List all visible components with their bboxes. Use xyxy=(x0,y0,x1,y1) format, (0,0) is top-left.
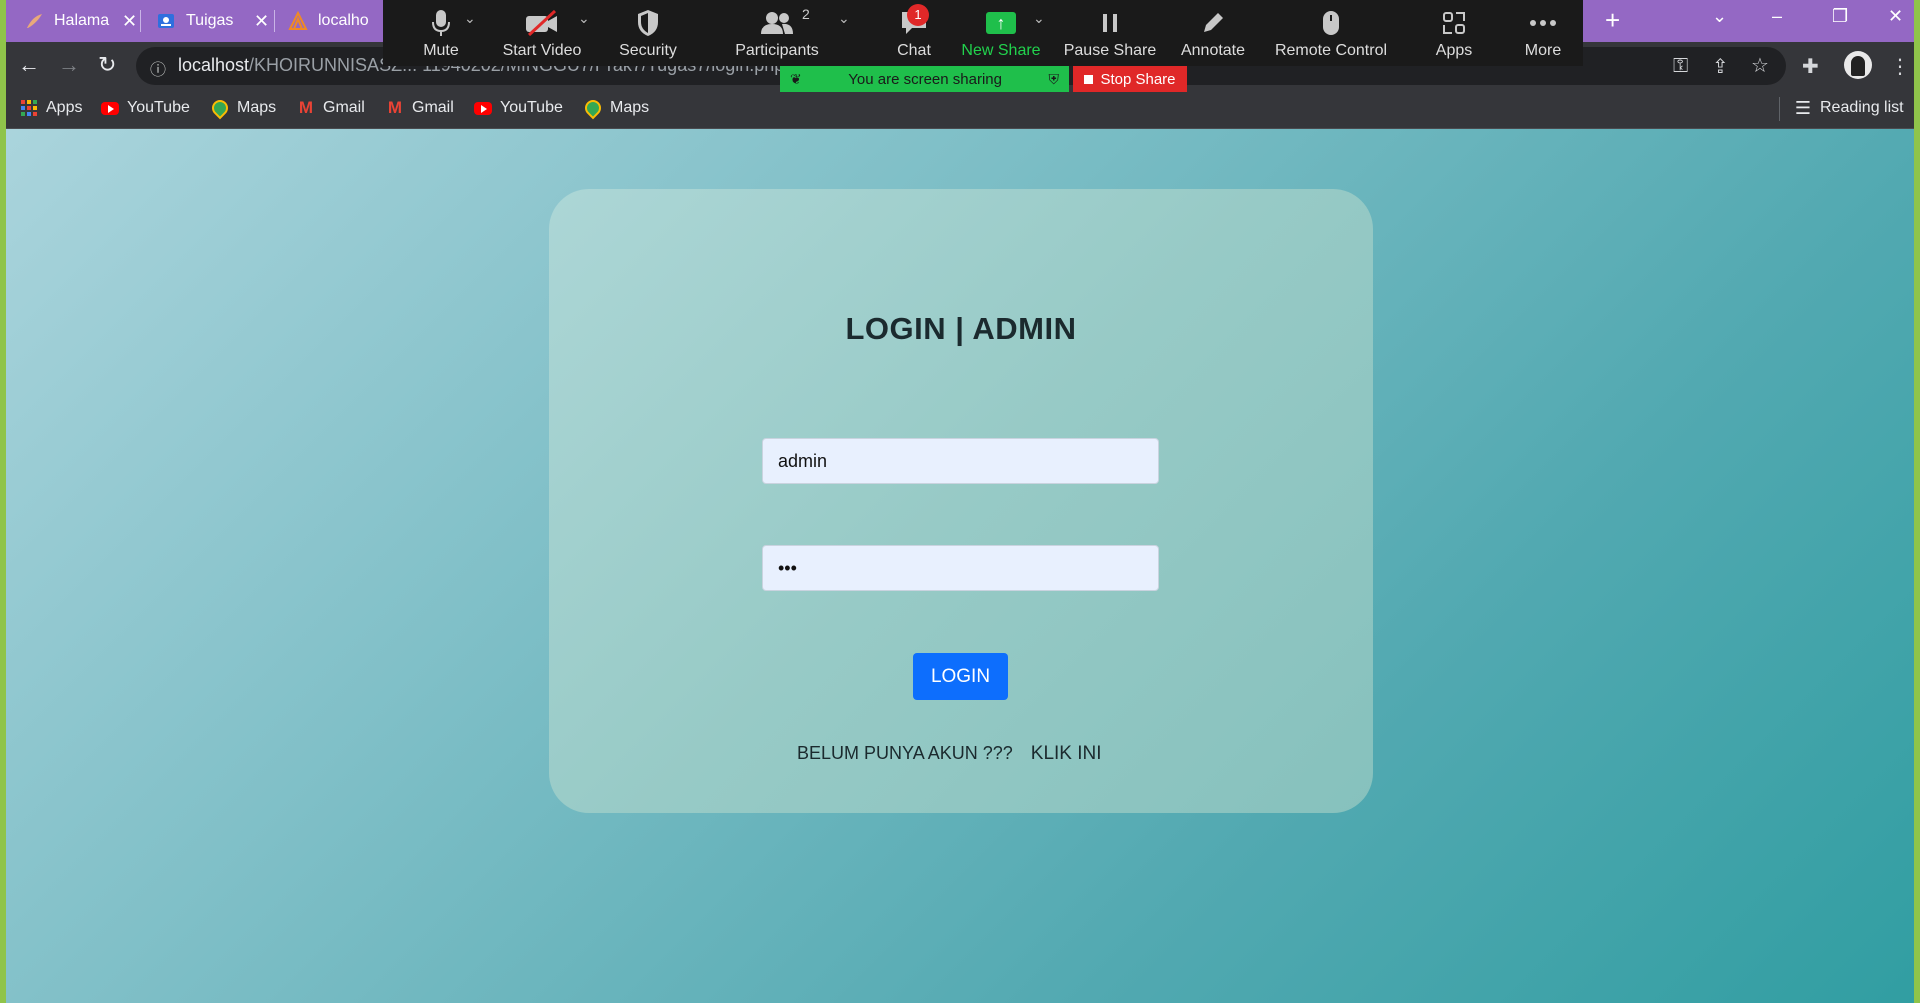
xampp-icon xyxy=(288,11,308,31)
bookmark-label: YouTube xyxy=(127,99,190,116)
annotate-button[interactable]: Annotate xyxy=(1158,4,1268,60)
browser-tab-3[interactable]: localho xyxy=(270,4,376,38)
tab-title: localho xyxy=(318,12,369,29)
feather-icon xyxy=(24,11,44,31)
bookmark-label: YouTube xyxy=(500,99,563,116)
screen-sharing-indicator[interactable]: ❦ You are screen sharing ⛨ xyxy=(780,66,1069,92)
bookmarks-divider xyxy=(1779,97,1780,121)
signup-row: BELUM PUNYA AKUN ??? KLIK INI xyxy=(797,743,1102,765)
shield-check-icon: ⛨ xyxy=(1048,70,1060,87)
tab-search-icon[interactable]: ⌄ xyxy=(1712,6,1727,27)
reading-list-label: Reading list xyxy=(1820,99,1904,116)
youtube-icon xyxy=(101,99,119,117)
bookmark-label: Gmail xyxy=(323,99,365,116)
more-button[interactable]: More xyxy=(1488,4,1598,60)
tab-title: Halama xyxy=(54,12,110,29)
minimize-icon[interactable]: – xyxy=(1772,6,1782,27)
bookmark-label: Maps xyxy=(610,99,650,116)
microphone-icon xyxy=(386,4,496,42)
bookmark-label: Apps xyxy=(46,99,83,116)
bookmark-youtube[interactable]: YouTube xyxy=(101,99,190,117)
chevron-down-icon[interactable]: ⌄ xyxy=(838,10,850,27)
reading-list-icon: ☰ xyxy=(1794,97,1812,118)
chevron-down-icon[interactable]: ⌄ xyxy=(464,10,476,27)
bookmark-maps[interactable]: Maps xyxy=(581,96,650,120)
button-label: New Share xyxy=(961,42,1041,59)
remote-control-button[interactable]: Remote Control xyxy=(1269,4,1393,60)
extensions-icon[interactable]: ✚ xyxy=(1802,54,1819,79)
gmail-icon: M xyxy=(387,98,403,117)
bookmark-label: Maps xyxy=(237,99,277,116)
url-host: localhost xyxy=(178,55,250,75)
signup-link[interactable]: KLIK INI xyxy=(1031,743,1102,764)
mouse-icon xyxy=(1269,4,1393,42)
tab-title: Tuigas xyxy=(186,12,234,29)
bookmark-maps[interactable]: Maps xyxy=(208,96,277,120)
bookmark-gmail[interactable]: M Gmail xyxy=(297,98,365,117)
browser-tab-1[interactable]: Halama ✕ xyxy=(6,4,137,38)
pencil-icon xyxy=(1158,4,1268,42)
login-card: LOGIN | ADMIN LOGIN BELUM PUNYA AKUN ???… xyxy=(549,189,1373,813)
pause-share-button[interactable]: Pause Share xyxy=(1055,4,1165,60)
browser-tab-2[interactable]: Tuigas ✕ xyxy=(138,4,269,38)
sharing-label: You are screen sharing xyxy=(848,70,1002,88)
participants-button[interactable]: Participants xyxy=(722,4,832,60)
shield-icon xyxy=(593,4,703,42)
page-title: LOGIN | ADMIN xyxy=(845,311,1077,346)
maps-icon xyxy=(581,96,605,120)
bookmark-label: Gmail xyxy=(412,99,454,116)
participants-icon xyxy=(722,4,832,42)
button-label: Security xyxy=(619,42,677,59)
reading-list-button[interactable]: ☰ Reading list xyxy=(1794,97,1904,118)
signup-prompt: BELUM PUNYA AKUN ??? xyxy=(797,743,1013,763)
stop-share-label: Stop Share xyxy=(1100,70,1176,88)
page-content: LOGIN | ADMIN LOGIN BELUM PUNYA AKUN ???… xyxy=(6,129,1914,1003)
button-label: Annotate xyxy=(1180,42,1246,59)
menu-icon[interactable]: ⋮ xyxy=(1890,54,1910,79)
zoom-meeting-controls: Mute ⌄ Start Video ⌄ Security Participan… xyxy=(383,0,1583,66)
stop-share-button[interactable]: Stop Share xyxy=(1073,66,1187,92)
security-button[interactable]: Security xyxy=(593,4,703,60)
button-label: Start Video xyxy=(502,42,582,59)
button-label: Mute xyxy=(423,42,459,59)
avatar[interactable] xyxy=(1844,51,1872,79)
share-icon[interactable]: ⇪ xyxy=(1712,54,1729,79)
stop-icon xyxy=(1084,74,1094,84)
mute-button[interactable]: Mute xyxy=(386,4,496,60)
chat-unread-badge: 1 xyxy=(907,4,929,26)
close-icon[interactable]: ✕ xyxy=(122,11,137,32)
restore-icon[interactable]: ❐ xyxy=(1832,6,1848,27)
forward-icon[interactable]: → xyxy=(58,52,80,78)
chevron-down-icon[interactable]: ⌄ xyxy=(1033,10,1045,27)
username-field[interactable] xyxy=(762,438,1159,484)
chevron-down-icon[interactable]: ⌄ xyxy=(578,10,590,27)
info-icon[interactable]: ⓘ xyxy=(150,56,166,80)
new-tab-button[interactable]: + xyxy=(1605,6,1620,34)
button-label: Pause Share xyxy=(1063,42,1157,59)
classroom-icon xyxy=(156,11,176,31)
more-icon xyxy=(1488,4,1598,42)
bookmark-youtube[interactable]: YouTube xyxy=(474,99,563,117)
pause-icon xyxy=(1055,4,1165,42)
apps-grid-icon xyxy=(20,99,38,117)
close-icon[interactable]: ✕ xyxy=(254,11,269,32)
login-button[interactable]: LOGIN xyxy=(913,653,1008,700)
gmail-icon: M xyxy=(298,98,314,117)
button-label: Remote Control xyxy=(1274,42,1388,59)
star-icon[interactable]: ☆ xyxy=(1751,53,1769,78)
participants-count: 2 xyxy=(802,6,810,22)
youtube-icon xyxy=(474,99,492,117)
close-window-icon[interactable]: ✕ xyxy=(1888,6,1903,27)
bookmarks-bar: Apps YouTube Maps M Gmail M Gmail YouTub… xyxy=(6,90,1914,129)
leaf-icon: ❦ xyxy=(790,70,802,87)
key-icon[interactable]: ⚿ xyxy=(1673,55,1688,78)
password-field[interactable] xyxy=(762,545,1159,591)
button-label: More xyxy=(1524,42,1562,59)
reload-icon[interactable]: ↻ xyxy=(98,52,116,78)
bookmark-gmail[interactable]: M Gmail xyxy=(386,98,454,117)
bookmark-apps[interactable]: Apps xyxy=(20,99,82,117)
button-label: Participants xyxy=(735,42,819,59)
maps-icon xyxy=(208,96,232,120)
back-icon[interactable]: ← xyxy=(18,52,40,78)
